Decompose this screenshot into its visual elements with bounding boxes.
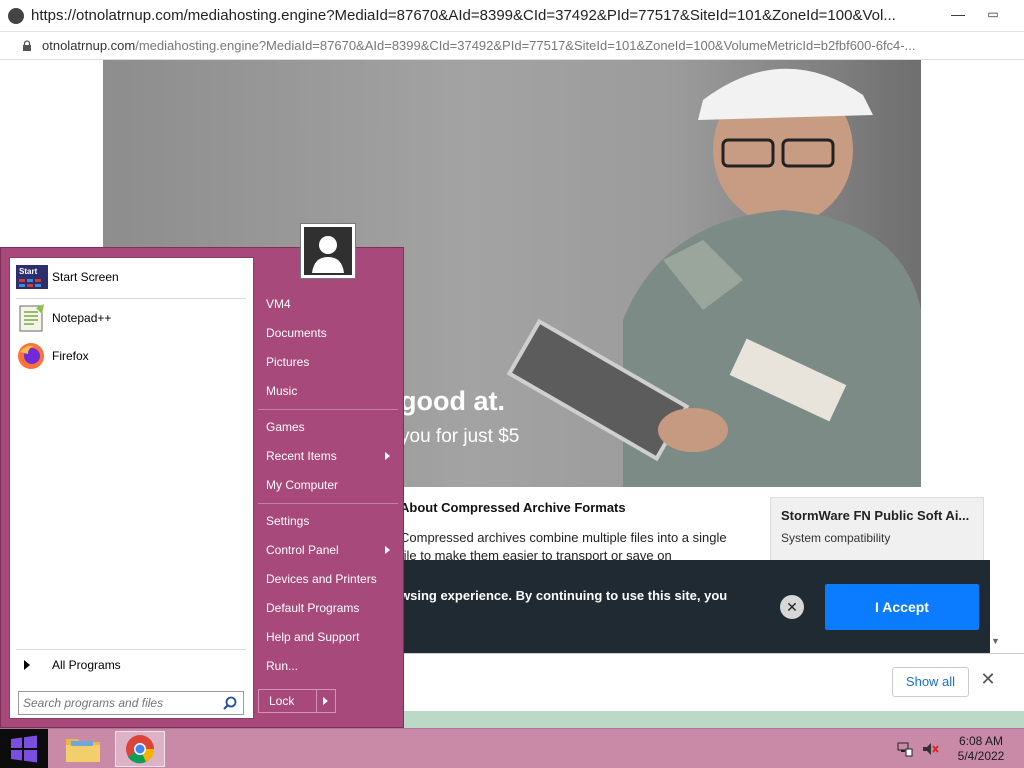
divider [258, 503, 398, 504]
places-item-games[interactable]: Games [256, 413, 400, 441]
divider [16, 649, 246, 650]
lock-icon [23, 40, 31, 51]
window-title: https://otnolatrnup.com/mediahosting.eng… [31, 7, 896, 24]
cookie-text: wsing experience. By continuing to use t… [400, 588, 728, 603]
places-item-label: Documents [266, 326, 327, 340]
chrome-icon [126, 735, 155, 764]
start-button[interactable] [0, 729, 48, 768]
places-item-run[interactable]: Run... [256, 652, 400, 680]
notepadpp-icon [19, 304, 44, 332]
network-icon[interactable] [897, 741, 913, 760]
places-item-my-computer[interactable]: My Computer [256, 471, 400, 499]
places-item-default-programs[interactable]: Default Programs [256, 594, 400, 622]
volume-muted-icon[interactable] [922, 741, 940, 760]
places-item-label: Games [266, 420, 305, 434]
places-item-label: Run... [266, 659, 299, 673]
start-screen-icon: Start [16, 265, 48, 289]
places-item-control-panel[interactable]: Control Panel [256, 536, 400, 564]
search-input[interactable] [23, 695, 219, 711]
places-item-devices-printers[interactable]: Devices and Printers [256, 565, 400, 593]
clock-date: 5/4/2022 [957, 749, 1005, 763]
places-item-music[interactable]: Music [256, 377, 400, 405]
url-text[interactable]: otnolatrnup.com/mediahosting.engine?Medi… [42, 38, 1017, 53]
chevron-right-icon [323, 697, 328, 705]
start-item-start-screen[interactable]: Start Start Screen [16, 260, 248, 294]
start-item-label: Notepad++ [52, 311, 112, 325]
places-item-vm4[interactable]: VM4 [256, 290, 400, 318]
start-item-firefox[interactable]: Firefox [16, 339, 248, 373]
clock[interactable]: 6:08 AM 5/4/2022 [946, 734, 1016, 764]
divider [16, 298, 246, 299]
lock-button-group: Lock [258, 689, 336, 713]
ad-subheadline: you for just $5 [400, 426, 520, 447]
places-item-label: VM4 [266, 297, 291, 311]
places-item-label: Devices and Printers [266, 572, 377, 586]
places-item-documents[interactable]: Documents [256, 319, 400, 347]
scroll-down-arrow-icon[interactable]: ▼ [991, 636, 1000, 646]
expand-arrow-icon [24, 660, 30, 670]
places-item-help-support[interactable]: Help and Support [256, 623, 400, 651]
user-icon [312, 236, 344, 273]
address-bar[interactable]: otnolatrnup.com/mediahosting.engine?Medi… [0, 32, 1024, 60]
places-item-label: Music [266, 384, 298, 398]
article: About Compressed Archive Formats Compres… [400, 500, 730, 565]
places-item-label: Recent Items [266, 449, 337, 463]
divider [258, 409, 398, 410]
ad-headline: good at. [400, 386, 505, 416]
clock-time: 6:08 AM [958, 734, 1004, 748]
cookie-consent-bar: wsing experience. By continuing to use t… [400, 560, 990, 653]
windows-logo-icon [11, 735, 37, 763]
all-programs-label: All Programs [52, 658, 121, 672]
cookie-close-button[interactable]: ✕ [780, 595, 804, 619]
url-path: /mediahosting.engine?MediaId=87670&AId=8… [135, 38, 916, 53]
places-item-label: Settings [266, 514, 310, 528]
submenu-arrow-icon [385, 452, 390, 460]
search-icon[interactable] [223, 696, 237, 710]
places-item-label: Pictures [266, 355, 310, 369]
places-item-recent-items[interactable]: Recent Items [256, 442, 400, 470]
start-search-box[interactable] [18, 691, 244, 715]
site-favicon-icon [8, 8, 24, 24]
places-item-label: My Computer [266, 478, 339, 492]
taskbar-chrome[interactable] [115, 731, 165, 767]
start-menu-programs-pane: Start Start Screen Notepad++ Firefox All… [9, 257, 254, 719]
maximize-button[interactable]: ▭ [981, 4, 1005, 24]
all-programs-button[interactable]: All Programs [16, 656, 248, 674]
url-domain: otnolatrnup.com [42, 38, 136, 53]
start-item-notepadpp[interactable]: Notepad++ [16, 301, 248, 335]
places-item-label: Default Programs [266, 601, 360, 615]
close-download-bar-button[interactable]: ✕ [978, 669, 998, 689]
minimize-button[interactable]: — [946, 4, 970, 24]
taskbar-file-explorer[interactable] [58, 731, 108, 767]
places-item-settings[interactable]: Settings [256, 507, 400, 535]
submenu-arrow-icon [385, 546, 390, 554]
taskbar: 6:08 AM 5/4/2022 [0, 728, 1024, 768]
sidebar-card-title: StormWare FN Public Soft Ai... [781, 508, 970, 523]
places-list: VM4 Documents Pictures Music Games Recen… [256, 290, 400, 690]
start-item-label: Firefox [52, 349, 89, 363]
places-item-pictures[interactable]: Pictures [256, 348, 400, 376]
start-item-label: Start Screen [52, 270, 119, 284]
accept-cookies-button[interactable]: I Accept [825, 584, 979, 630]
show-all-downloads-button[interactable]: Show all [892, 667, 969, 697]
browser-title-bar: https://otnolatrnup.com/mediahosting.eng… [0, 0, 1024, 32]
firefox-icon [18, 343, 44, 369]
lock-button[interactable]: Lock [259, 690, 317, 712]
lock-options-button[interactable] [317, 690, 335, 712]
user-avatar[interactable] [300, 223, 356, 279]
folder-icon [66, 739, 100, 762]
sidebar-card[interactable]: StormWare FN Public Soft Ai... System co… [770, 497, 984, 561]
places-item-label: Help and Support [266, 630, 360, 644]
places-item-label: Control Panel [266, 543, 339, 557]
sidebar-card-subtitle: System compatibility [781, 531, 891, 545]
article-title: About Compressed Archive Formats [400, 500, 626, 515]
svg-text:Start: Start [19, 267, 38, 276]
